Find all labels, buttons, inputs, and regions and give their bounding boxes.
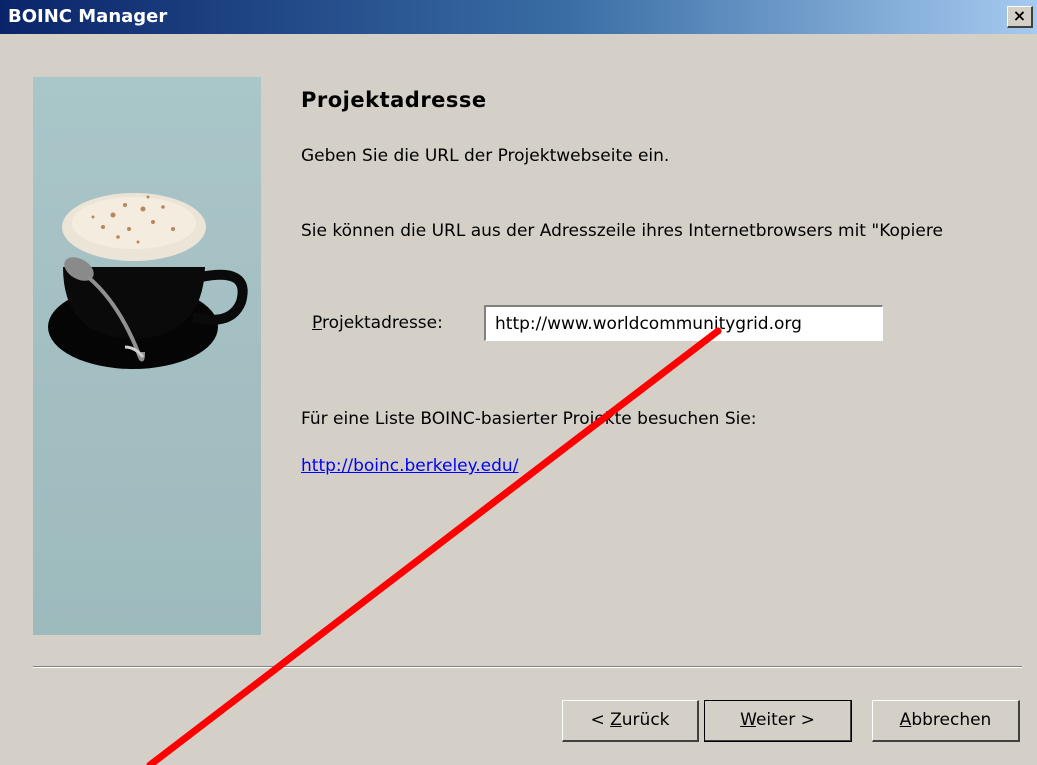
page-heading: Projektadresse [301,88,487,112]
hint-text: Sie können die URL aus der Adresszeile i… [301,221,943,241]
separator-line [33,666,1022,668]
intro-text: Geben Sie die URL der Projektwebseite ei… [301,146,670,166]
close-button[interactable]: × [1007,6,1033,28]
close-icon: × [1012,6,1027,25]
title-bar[interactable]: BOINC Manager × [0,0,1037,34]
window-title: BOINC Manager [8,6,168,27]
back-button[interactable]: < Zurück [562,700,699,742]
coffee-cup-image [33,77,261,635]
boinc-manager-window: BOINC Manager × Projektadresse Geben Sie… [0,0,1037,765]
project-list-text: Für eine Liste BOINC-basierter Projekte … [301,409,757,429]
cancel-button[interactable]: Abbrechen [872,700,1020,742]
boinc-projects-link[interactable]: http://boinc.berkeley.edu/ [301,456,518,476]
project-address-label: Projektadresse: [312,313,443,333]
project-address-input[interactable] [484,305,883,341]
next-button[interactable]: Weiter > [704,700,852,742]
